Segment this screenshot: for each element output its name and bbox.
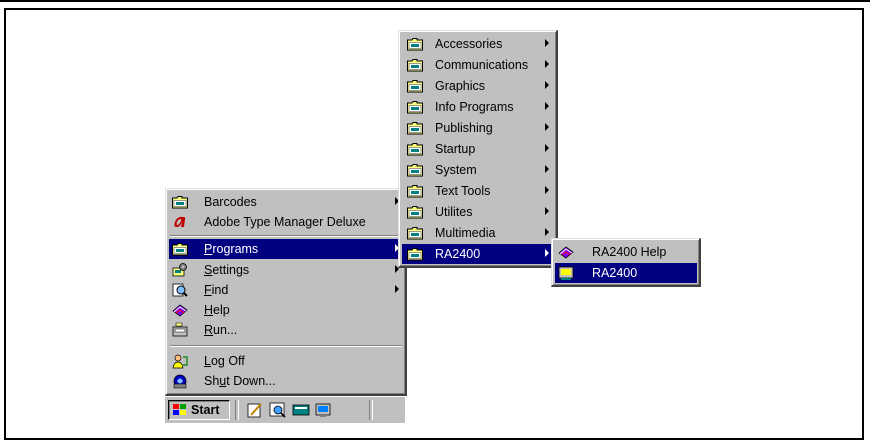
folder-icon — [407, 183, 423, 199]
menu-item-ra2400-help[interactable]: RA2400 Help — [555, 242, 697, 262]
windows-logo-icon — [173, 404, 186, 415]
menu-item-label: Communications — [435, 58, 529, 72]
menu-item-label: Log Off — [204, 354, 245, 368]
menu-item-adobe-type-manager[interactable]: Adobe Type Manager Deluxe — [169, 212, 403, 232]
adobe-icon — [174, 216, 186, 227]
folder-icon — [407, 36, 423, 52]
menu-item-utilites[interactable]: Utilites — [402, 202, 554, 222]
log-off-icon — [172, 354, 188, 369]
menu-item-communications[interactable]: Communications — [402, 55, 554, 75]
help-icon — [172, 304, 188, 317]
programs-folder-icon — [172, 241, 188, 257]
menu-item-label: RA2400 — [435, 247, 481, 261]
submenu-arrow-icon — [395, 285, 399, 293]
taskbar: Start — [165, 396, 405, 423]
channels-icon[interactable] — [315, 401, 333, 419]
folder-icon — [407, 78, 423, 94]
menu-item-find[interactable]: Find — [169, 280, 403, 300]
start-label: Start — [191, 403, 220, 417]
menu-item-label: Info Programs — [435, 100, 514, 114]
menu-item-label: Graphics — [435, 79, 486, 93]
submenu-arrow-icon — [545, 60, 549, 68]
menu-item-label: Settings — [204, 263, 250, 277]
help-book-icon — [558, 246, 574, 259]
menu-item-label: Publishing — [435, 121, 493, 135]
menu-item-multimedia[interactable]: Multimedia — [402, 223, 554, 243]
ra2400-app-icon — [558, 266, 574, 280]
start-menu: Barcodes Adobe Type Manager Deluxe Progr… — [165, 188, 407, 396]
menu-item-text-tools[interactable]: Text Tools — [402, 181, 554, 201]
menu-item-label: RA2400 Help — [592, 245, 667, 259]
folder-icon — [407, 120, 423, 136]
menu-item-accessories[interactable]: Accessories — [402, 34, 554, 54]
submenu-arrow-icon — [545, 144, 549, 152]
find-icon — [172, 283, 188, 297]
toolbar-grip[interactable] — [235, 400, 239, 420]
folder-icon — [407, 162, 423, 178]
top-rule — [0, 0, 870, 2]
menu-item-label: Barcodes — [204, 195, 257, 209]
menu-separator — [170, 345, 402, 347]
submenu-arrow-icon — [545, 123, 549, 131]
menu-item-label: RA2400 — [592, 266, 638, 280]
menu-item-settings[interactable]: Settings — [169, 260, 403, 280]
menu-item-barcodes[interactable]: Barcodes — [169, 192, 403, 212]
menu-item-programs[interactable]: Programs — [169, 239, 403, 259]
menu-item-graphics[interactable]: Graphics — [402, 76, 554, 96]
submenu-arrow-icon — [545, 81, 549, 89]
folder-icon — [172, 194, 188, 210]
settings-icon — [172, 263, 187, 277]
submenu-arrow-icon — [545, 207, 549, 215]
submenu-arrow-icon — [545, 102, 549, 110]
shut-down-icon — [173, 374, 187, 389]
submenu-arrow-icon — [545, 228, 549, 236]
menu-item-log-off[interactable]: Log Off — [169, 351, 403, 371]
menu-separator — [170, 235, 402, 237]
menu-item-label: Utilites — [435, 205, 473, 219]
menu-item-label: Multimedia — [435, 226, 496, 240]
menu-item-startup[interactable]: Startup — [402, 139, 554, 159]
menu-item-label: Programs — [204, 242, 259, 256]
menu-item-label: Shut Down... — [204, 374, 276, 388]
folder-icon — [407, 204, 423, 220]
submenu-arrow-icon — [545, 165, 549, 173]
menu-item-label: Find — [204, 283, 229, 297]
folder-icon — [407, 141, 423, 157]
folder-icon — [407, 99, 423, 115]
programs-menu: Accessories Communications Graphics Info… — [398, 30, 558, 268]
menu-item-shut-down[interactable]: Shut Down... — [169, 371, 403, 391]
ra2400-menu: RA2400 Help RA2400 — [551, 238, 701, 287]
menu-item-publishing[interactable]: Publishing — [402, 118, 554, 138]
submenu-arrow-icon — [545, 39, 549, 47]
run-icon — [172, 322, 188, 337]
menu-item-label: Help — [204, 303, 230, 317]
menu-item-label: Adobe Type Manager Deluxe — [204, 215, 366, 229]
menu-item-ra2400-folder[interactable]: RA2400 — [402, 244, 554, 264]
menu-item-label: Startup — [435, 142, 476, 156]
folder-icon — [407, 225, 423, 241]
folder-icon — [407, 57, 423, 73]
menu-item-info-programs[interactable]: Info Programs — [402, 97, 554, 117]
browser-icon[interactable] — [269, 401, 287, 419]
start-button[interactable]: Start — [168, 400, 230, 420]
menu-item-label: Text Tools — [435, 184, 491, 198]
menu-item-label: Run... — [204, 323, 238, 337]
desktop-icon[interactable] — [292, 401, 310, 419]
menu-item-system[interactable]: System — [402, 160, 554, 180]
edit-icon[interactable] — [246, 401, 264, 419]
menu-item-ra2400-app[interactable]: RA2400 — [555, 263, 697, 283]
menu-item-label: System — [435, 163, 477, 177]
submenu-arrow-icon — [545, 186, 549, 194]
menu-item-label: Accessories — [435, 37, 503, 51]
toolbar-grip[interactable] — [369, 400, 373, 420]
folder-icon — [407, 246, 423, 262]
submenu-arrow-icon — [545, 249, 549, 257]
menu-item-help[interactable]: Help — [169, 300, 403, 320]
menu-item-run[interactable]: Run... — [169, 320, 403, 340]
